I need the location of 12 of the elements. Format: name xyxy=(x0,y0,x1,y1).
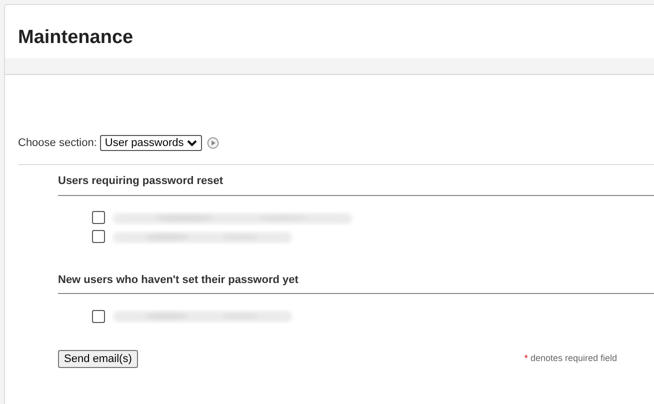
section-select[interactable]: User passwords xyxy=(100,135,202,151)
user-checkbox[interactable] xyxy=(92,211,105,224)
group-heading: Users requiring password reset xyxy=(58,173,654,196)
send-email-button[interactable]: Send email(s) xyxy=(58,350,138,368)
chevron-down-icon xyxy=(186,139,197,147)
go-icon[interactable] xyxy=(206,137,219,149)
page-title: Maintenance xyxy=(18,26,134,50)
group-heading: New users who haven't set their password yet xyxy=(58,272,654,294)
required-note: * denotes required field xyxy=(524,352,617,366)
section-label: Choose section: xyxy=(18,136,97,151)
user-checkbox[interactable] xyxy=(92,230,105,243)
user-checkbox[interactable] xyxy=(92,310,105,322)
